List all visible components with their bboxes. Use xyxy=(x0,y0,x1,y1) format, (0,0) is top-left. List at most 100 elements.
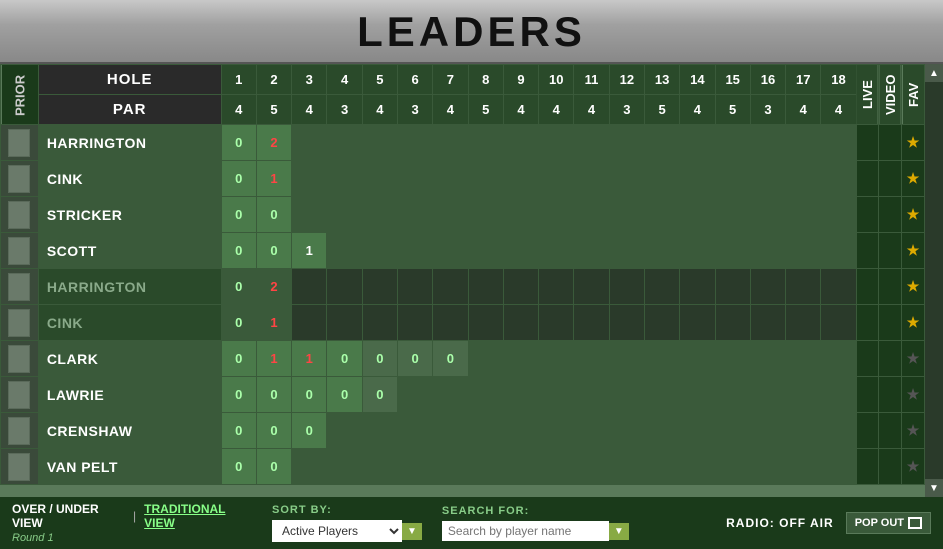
video-cell[interactable] xyxy=(879,413,902,449)
fav-cell[interactable]: ★ xyxy=(902,305,925,341)
score-cell xyxy=(750,449,785,485)
score-cell xyxy=(398,377,433,413)
score-cell: 0 xyxy=(221,449,256,485)
h10: 10 xyxy=(539,65,574,95)
pop-out-button[interactable]: POP OUT xyxy=(846,512,931,534)
p13: 5 xyxy=(644,95,679,125)
live-cell[interactable] xyxy=(856,269,879,305)
score-cell xyxy=(609,233,644,269)
video-cell[interactable] xyxy=(879,341,902,377)
player-name[interactable]: LAWRIE xyxy=(38,377,221,413)
sort-by-dropdown[interactable]: Active Players All Players xyxy=(272,520,402,542)
live-cell[interactable] xyxy=(856,305,879,341)
score-cell xyxy=(750,161,785,197)
fav-cell[interactable]: ★ xyxy=(902,377,925,413)
score-cell xyxy=(644,377,679,413)
fav-cell[interactable]: ★ xyxy=(902,413,925,449)
video-cell[interactable] xyxy=(879,197,902,233)
fav-cell[interactable]: ★ xyxy=(902,233,925,269)
fav-cell[interactable]: ★ xyxy=(902,269,925,305)
player-name[interactable]: CRENSHAW xyxy=(38,413,221,449)
p2: 5 xyxy=(256,95,291,125)
scroll-down-button[interactable]: ▼ xyxy=(925,479,943,497)
leaderboard-table: PRIOR HOLE 1 2 3 4 5 6 7 8 9 10 11 12 xyxy=(0,64,925,485)
fav-cell[interactable]: ★ xyxy=(902,125,925,161)
video-cell[interactable] xyxy=(879,377,902,413)
p9: 4 xyxy=(503,95,538,125)
score-cell xyxy=(433,233,468,269)
score-cell xyxy=(574,233,609,269)
h13: 13 xyxy=(644,65,679,95)
scroll-up-button[interactable]: ▲ xyxy=(925,64,943,82)
score-cell xyxy=(468,233,503,269)
fav-cell[interactable]: ★ xyxy=(902,449,925,485)
player-name[interactable]: VAN PELT xyxy=(38,449,221,485)
score-cell xyxy=(292,305,327,341)
score-cell xyxy=(821,161,856,197)
video-cell[interactable] xyxy=(879,161,902,197)
header: LEADERS xyxy=(0,0,943,64)
live-cell[interactable] xyxy=(856,161,879,197)
p6: 3 xyxy=(398,95,433,125)
bottom-bar: OVER / UNDER VIEW | TRADITIONAL VIEW Rou… xyxy=(0,497,943,549)
player-name[interactable]: STRICKER xyxy=(38,197,221,233)
fav-cell[interactable]: ★ xyxy=(902,161,925,197)
live-cell[interactable] xyxy=(856,449,879,485)
photo-cell xyxy=(1,413,39,449)
score-cell xyxy=(398,233,433,269)
photo-cell xyxy=(1,233,39,269)
h15: 15 xyxy=(715,65,750,95)
player-name[interactable]: HARRINGTON xyxy=(38,269,221,305)
score-cell: 0 xyxy=(362,377,397,413)
sort-section: SORT BY: Active Players All Players ▼ xyxy=(272,504,422,542)
search-dropdown-arrow[interactable]: ▼ xyxy=(609,523,629,540)
h17: 17 xyxy=(786,65,821,95)
live-cell[interactable] xyxy=(856,125,879,161)
live-cell[interactable] xyxy=(856,377,879,413)
p7: 4 xyxy=(433,95,468,125)
video-cell[interactable] xyxy=(879,269,902,305)
score-cell xyxy=(680,125,715,161)
score-cell xyxy=(680,161,715,197)
player-name[interactable]: HARRINGTON xyxy=(38,125,221,161)
score-cell: 2 xyxy=(256,269,291,305)
video-cell[interactable] xyxy=(879,125,902,161)
over-under-view-link[interactable]: OVER / UNDER VIEW xyxy=(12,502,125,530)
fav-cell[interactable]: ★ xyxy=(902,341,925,377)
h8: 8 xyxy=(468,65,503,95)
search-section: SEARCH FOR: ▼ xyxy=(442,505,629,541)
score-cell xyxy=(433,125,468,161)
live-cell[interactable] xyxy=(856,233,879,269)
fav-cell[interactable]: ★ xyxy=(902,197,925,233)
score-cell xyxy=(786,125,821,161)
score-cell xyxy=(644,269,679,305)
score-cell xyxy=(715,341,750,377)
video-cell[interactable] xyxy=(879,233,902,269)
score-cell xyxy=(574,125,609,161)
live-cell[interactable] xyxy=(856,413,879,449)
star-icon: ★ xyxy=(907,134,920,150)
star-icon: ★ xyxy=(907,386,920,402)
score-cell xyxy=(539,341,574,377)
search-input[interactable] xyxy=(442,521,609,541)
photo-cell xyxy=(1,161,39,197)
p18: 4 xyxy=(821,95,856,125)
video-cell[interactable] xyxy=(879,305,902,341)
live-cell[interactable] xyxy=(856,341,879,377)
traditional-view-link[interactable]: TRADITIONAL VIEW xyxy=(144,502,252,530)
sort-dropdown-arrow[interactable]: ▼ xyxy=(402,523,422,540)
p4: 3 xyxy=(327,95,362,125)
h14: 14 xyxy=(680,65,715,95)
player-name[interactable]: CINK xyxy=(38,161,221,197)
score-cell xyxy=(786,341,821,377)
live-cell[interactable] xyxy=(856,197,879,233)
score-cell xyxy=(750,233,785,269)
player-name[interactable]: SCOTT xyxy=(38,233,221,269)
player-name[interactable]: CINK xyxy=(38,305,221,341)
player-name[interactable]: CLARK xyxy=(38,341,221,377)
score-cell: 0 xyxy=(433,341,468,377)
score-cell xyxy=(644,449,679,485)
score-cell xyxy=(398,197,433,233)
video-cell[interactable] xyxy=(879,449,902,485)
score-cell: 1 xyxy=(256,341,291,377)
